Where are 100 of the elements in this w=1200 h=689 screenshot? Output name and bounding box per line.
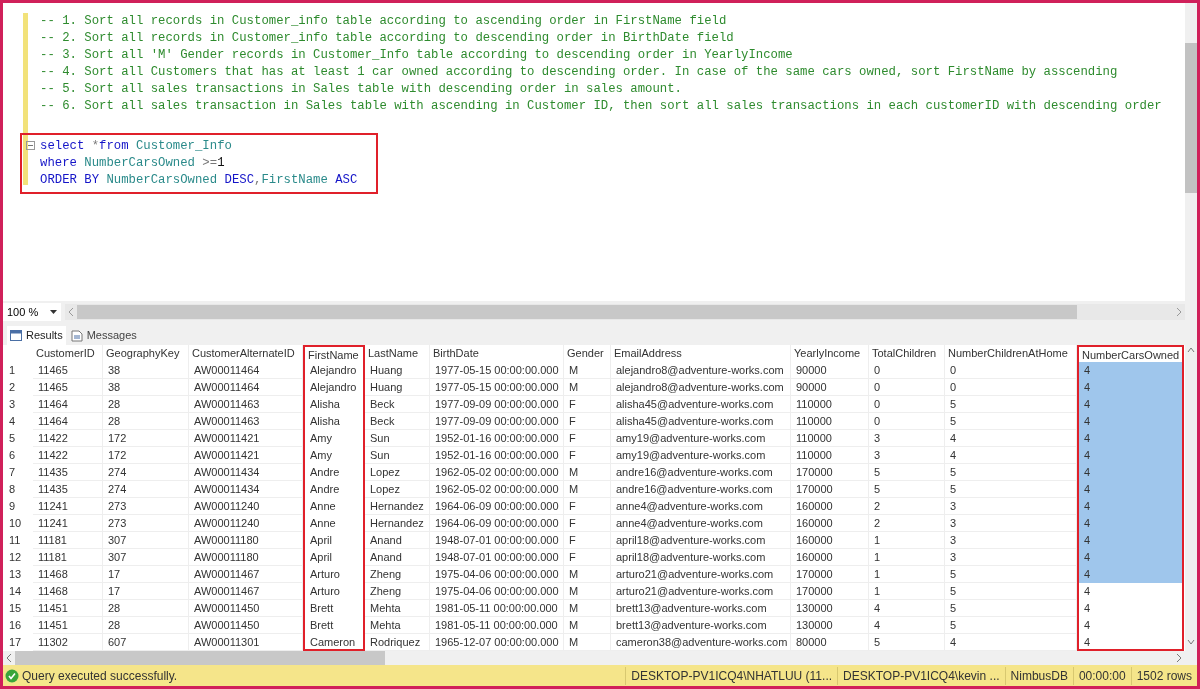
column-header[interactable]: EmailAddress [611,345,791,362]
row-number: 14 [8,584,23,599]
table-cell: 28 [103,600,189,617]
table-cell: 11468 [33,583,103,600]
table-cell: 4 [1077,515,1184,532]
table-cell: 11241 [33,515,103,532]
column-header[interactable]: BirthDate [430,345,564,362]
column-header[interactable]: TotalChildren [869,345,945,362]
table-cell: 11464 [33,396,103,413]
table-cell: april18@adventure-works.com [611,532,791,549]
success-check-icon [5,668,19,683]
table-cell: 0 [869,379,945,396]
status-panel: DESKTOP-PV1ICQ4\NHATLUU (11... [625,666,838,685]
table-cell: 1975-04-06 00:00:00.000 [430,566,564,583]
table-cell: 4 [1077,430,1184,447]
table-cell: Amy [303,447,365,464]
code-comment: -- 2. Sort all records in Customer_info table according to descending order in BirthDate field [40,30,735,47]
vertical-scrollbar[interactable] [1185,345,1197,665]
table-cell: Mehta [365,600,430,617]
table-cell: Lopez [365,481,430,498]
table-cell: Sun [365,447,430,464]
horizontal-scrollbar[interactable] [3,651,1185,665]
column-header[interactable]: LastName [365,345,430,362]
column-header[interactable]: NumberChildrenAtHome [945,345,1077,362]
table-cell: AW00011180 [189,549,303,566]
table-cell: 11181 [33,532,103,549]
table-cell: 110000 [791,430,869,447]
table-cell: alisha45@adventure-works.com [611,396,791,413]
table-cell: 1977-09-09 00:00:00.000 [430,396,564,413]
table-cell: 273 [103,515,189,532]
table-cell: Brett [303,617,365,634]
table-cell: F [564,413,611,430]
horizontal-scrollbar[interactable] [65,304,1185,320]
code-comment: -- 1. Sort all records in Customer_info table according to ascending order in FirstName field [40,13,728,30]
table-cell: Brett [303,600,365,617]
table-cell: 17 [103,583,189,600]
table-cell: Hernandez [365,498,430,515]
code-line: ORDER BY NumberCarsOwned DESC,FirstName ASC [40,172,359,189]
status-panel: DESKTOP-PV1ICQ4\kevin ... [837,666,1005,685]
table-cell: AW00011450 [189,600,303,617]
table-cell: M [564,362,611,379]
zoom-dropdown[interactable]: 100 % [3,303,61,321]
table-cell: April [303,532,365,549]
table-cell: 4 [1077,481,1184,498]
table-cell: 90000 [791,379,869,396]
table-cell: 170000 [791,464,869,481]
vertical-scrollbar[interactable] [1185,3,1197,301]
table-cell: Huang [365,362,430,379]
table-cell: april18@adventure-works.com [611,549,791,566]
column-header[interactable]: FirstName [303,345,365,362]
table-cell: M [564,379,611,396]
table-cell: 4 [1077,566,1184,583]
table-cell: 1964-06-09 00:00:00.000 [430,498,564,515]
column-header[interactable]: GeographyKey [103,345,189,362]
table-cell: alejandro8@adventure-works.com [611,362,791,379]
table-cell: Arturo [303,566,365,583]
table-cell: brett13@adventure-works.com [611,617,791,634]
table-cell: Anne [303,498,365,515]
status-panel: NimbusDB [1004,666,1073,685]
table-cell: 1977-09-09 00:00:00.000 [430,413,564,430]
table-cell: 1964-06-09 00:00:00.000 [430,515,564,532]
table-cell: AW00011434 [189,464,303,481]
table-cell: Beck [365,413,430,430]
row-number: 3 [8,397,17,412]
table-cell: Zheng [365,583,430,600]
table-cell: 1 [869,566,945,583]
table-cell: Amy [303,430,365,447]
code-line: select *from Customer_Info [40,138,233,155]
table-cell: 110000 [791,413,869,430]
table-cell: 1962-05-02 00:00:00.000 [430,464,564,481]
table-cell: 170000 [791,481,869,498]
table-cell: AW00011240 [189,498,303,515]
table-cell: 1977-05-15 00:00:00.000 [430,379,564,396]
table-cell: anne4@adventure-works.com [611,515,791,532]
column-header[interactable]: CustomerAlternateID [189,345,303,362]
table-cell: 307 [103,532,189,549]
column-header[interactable]: Gender [564,345,611,362]
table-cell: 5 [869,481,945,498]
results-tab[interactable]: Results [7,326,66,345]
table-cell: 1975-04-06 00:00:00.000 [430,583,564,600]
table-cell: 28 [103,617,189,634]
table-cell: Mehta [365,617,430,634]
row-number: 16 [8,618,23,633]
table-cell: 4 [1077,532,1184,549]
table-cell: 5 [945,566,1077,583]
column-header[interactable]: CustomerID [33,345,103,362]
code-comment: -- 5. Sort all sales transactions in Sales table with descending order in sales amount. [40,81,683,98]
column-header[interactable]: YearlyIncome [791,345,869,362]
table-cell: Alisha [303,413,365,430]
table-cell: alejandro8@adventure-works.com [611,379,791,396]
table-cell: 160000 [791,532,869,549]
collapse-icon[interactable] [26,141,35,150]
table-cell: 274 [103,481,189,498]
table-cell: M [564,600,611,617]
status-message: Query executed successfully. [22,667,178,685]
table-cell: Andre [303,464,365,481]
table-cell: 4 [869,600,945,617]
code-comment: -- 6. Sort all sales transaction in Sales table with ascending in Customer ID, then sort all sales transactions in each customerID with descending order [40,98,1163,115]
row-number: 10 [8,516,23,531]
table-cell: Huang [365,379,430,396]
